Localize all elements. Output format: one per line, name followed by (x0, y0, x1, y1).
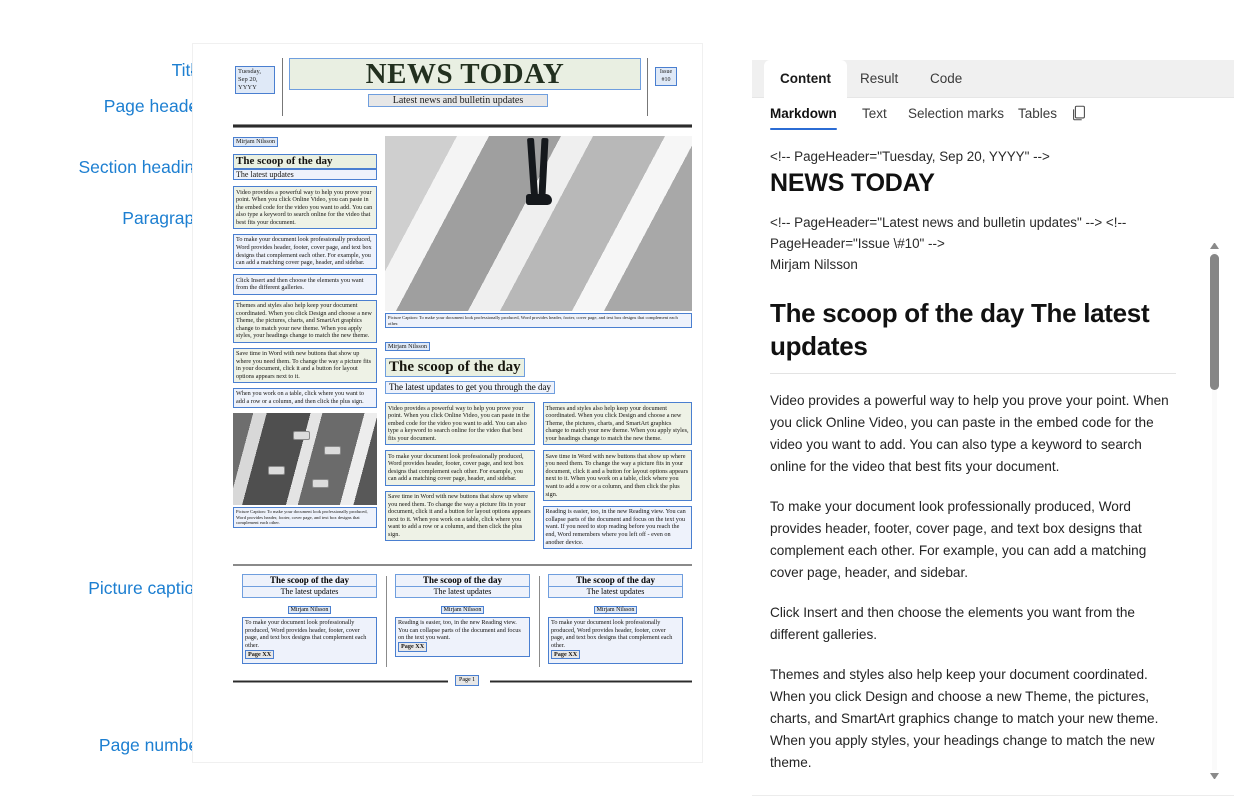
column-heading: The scoop of the day (242, 573, 377, 587)
masthead-date: Tuesday, Sep 20, YYYY (235, 66, 275, 94)
rule-divider (233, 124, 692, 128)
paragraph: Video provides a powerful way to help yo… (385, 402, 535, 446)
masthead-subtitle: Latest news and bulletin updates (368, 94, 548, 107)
byline: Mirjam Nilsson (385, 341, 431, 352)
paragraph: To make your document look professionall… (233, 233, 377, 270)
section-2-column-right: Themes and styles also help keep your do… (542, 402, 692, 554)
rule-divider (233, 563, 692, 566)
masthead: Tuesday, Sep 20, YYYY NEWS TODAY Latest … (233, 56, 692, 118)
panel-bottom-divider (752, 795, 1234, 796)
paragraph-text: Reading is easier, too, in the new Readi… (398, 619, 521, 642)
tab-content[interactable]: Content (764, 60, 847, 98)
subtab-tables[interactable]: Tables (1018, 106, 1057, 121)
section-3-column: The scoop of the day The latest updates … (539, 573, 692, 670)
byline: Mirjam Nilsson (287, 605, 332, 614)
scroll-up-arrow-icon[interactable] (1210, 240, 1219, 249)
subtab-text[interactable]: Text (862, 106, 887, 121)
tab-code[interactable]: Code (914, 60, 978, 98)
masthead-rule-right (647, 58, 648, 116)
annotated-document-preview: Title Page header Section heading Paragr… (0, 0, 752, 810)
masthead-title: NEWS TODAY (289, 58, 641, 90)
markdown-result-panel: Content Result Code Markdown Text Select… (752, 0, 1234, 810)
markdown-paragraph: Click Insert and then choose the element… (770, 605, 1135, 642)
annotation-label: Page number (98, 735, 204, 755)
column-heading: The scoop of the day (548, 573, 683, 587)
page-label: Page XX (245, 649, 275, 660)
annotation-label: Page header (103, 96, 204, 116)
column-subheading: The latest updates (395, 586, 530, 598)
tab-result[interactable]: Result (844, 60, 914, 98)
footer-rule-left (233, 680, 448, 684)
page-label: Page XX (398, 641, 428, 652)
byline: Mirjam Nilsson (593, 605, 638, 614)
annotation-label: Picture caption (88, 578, 204, 598)
document-section-1: Mirjam Nilsson The scoop of the day The … (233, 136, 692, 554)
scroll-down-arrow-icon[interactable] (1210, 773, 1219, 782)
masthead-issue: Issue #10 (655, 67, 677, 86)
markdown-paragraph: Video provides a powerful way to help yo… (770, 393, 1169, 474)
paragraph: Video provides a powerful way to help yo… (233, 186, 377, 229)
paragraph: To make your document look professionall… (385, 450, 535, 486)
panel-body: Markdown Text Selection marks Tables <!-… (752, 98, 1234, 810)
markdown-h1: NEWS TODAY (770, 169, 935, 197)
copy-icon[interactable] (1070, 104, 1088, 127)
document-section-3: The scoop of the day The latest updates … (233, 573, 692, 670)
picture-caption: Picture Caption: To make your document l… (233, 507, 377, 528)
section-heading: The scoop of the day (385, 358, 525, 378)
annotation-label: Section heading (78, 157, 204, 177)
section-3-column: The scoop of the day The latest updates … (386, 573, 539, 670)
subtab-selection-marks[interactable]: Selection marks (908, 106, 1004, 121)
masthead-rule-left (282, 58, 283, 116)
document-footer: Page 1 (233, 675, 692, 691)
paragraph: Save time in Word with new buttons that … (385, 490, 535, 542)
section-subheading: The latest updates to get you through th… (385, 381, 555, 395)
document-section-2: Mirjam Nilsson The scoop of the day The … (385, 340, 692, 554)
column-subheading: The latest updates (548, 586, 683, 598)
markdown-paragraph: Themes and styles also help keep your do… (770, 667, 1159, 770)
markdown-comment: <!-- PageHeader="Tuesday, Sep 20, YYYY" … (770, 149, 1050, 164)
photo-shoe (526, 194, 553, 205)
paragraph: Click Insert and then choose the element… (233, 274, 377, 295)
markdown-divider (770, 373, 1176, 374)
section-subheading: The latest updates (233, 168, 377, 180)
byline: Mirjam Nilsson (440, 605, 485, 614)
paragraph: Save time in Word with new buttons that … (542, 450, 692, 501)
subtab-markdown[interactable]: Markdown (770, 106, 837, 130)
vertical-scrollbar[interactable] (1209, 240, 1220, 782)
paragraph: Save time in Word with new buttons that … (233, 347, 377, 383)
column-subheading: The latest updates (242, 586, 377, 598)
byline: Mirjam Nilsson (233, 137, 279, 147)
paragraph: When you work on a table, click where yo… (233, 387, 377, 409)
paragraph: Reading is easier, too, in the new Readi… (542, 505, 692, 549)
tab-strip: Content Result Code (752, 60, 1234, 98)
section-3-column: The scoop of the day The latest updates … (233, 573, 386, 670)
paragraph: To make your document look professionall… (242, 616, 377, 665)
section-heading: The scoop of the day (233, 154, 377, 169)
section-2-column-left: Video provides a powerful way to help yo… (385, 402, 535, 554)
section-1-left-column: Mirjam Nilsson The scoop of the day The … (233, 136, 377, 528)
paragraph: Reading is easier, too, in the new Readi… (395, 616, 530, 657)
paragraph: Themes and styles also help keep your do… (233, 299, 377, 343)
sub-tab-strip: Markdown Text Selection marks Tables (752, 98, 1234, 134)
markdown-paragraph: To make your document look professionall… (770, 499, 1147, 580)
markdown-content: <!-- PageHeader="Tuesday, Sep 20, YYYY" … (752, 138, 1234, 794)
page-label: Page XX (551, 649, 581, 660)
markdown-h2: The scoop of the day The latest updates (770, 298, 1150, 361)
paragraph: To make your document look professionall… (548, 616, 683, 665)
picture-caption: Picture Caption: To make your document l… (385, 313, 692, 329)
markdown-comment: <!-- PageHeader="Latest news and bulleti… (770, 215, 1127, 251)
page-number: Page 1 (455, 675, 480, 687)
document-photo-cars (233, 413, 377, 506)
footer-rule-right (490, 680, 692, 684)
photo-legs (527, 137, 551, 200)
document-photo-crosswalk (385, 136, 692, 311)
document-page: Tuesday, Sep 20, YYYY NEWS TODAY Latest … (193, 44, 702, 762)
paragraph-text: To make your document look professionall… (551, 619, 673, 649)
section-1-right-column: Picture Caption: To make your document l… (385, 136, 692, 554)
column-heading: The scoop of the day (395, 573, 530, 587)
markdown-author: Mirjam Nilsson (770, 257, 858, 272)
paragraph: Themes and styles also help keep your do… (542, 402, 692, 446)
scrollbar-thumb[interactable] (1210, 254, 1219, 390)
paragraph-text: To make your document look professionall… (245, 619, 367, 649)
